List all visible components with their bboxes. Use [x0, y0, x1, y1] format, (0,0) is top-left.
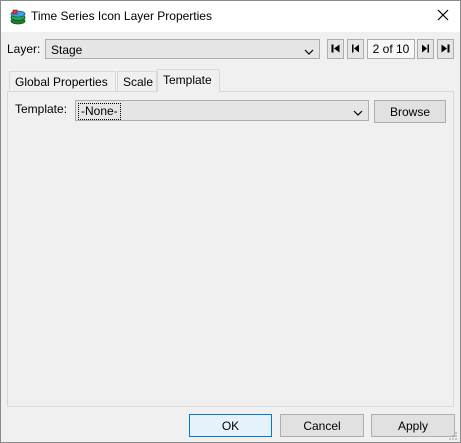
- template-select[interactable]: -None-: [75, 100, 369, 121]
- first-layer-button[interactable]: [327, 39, 344, 59]
- title-bar: Time Series Icon Layer Properties: [1, 1, 460, 32]
- next-icon: [421, 42, 430, 56]
- layer-stack-icon: [10, 9, 26, 25]
- last-icon: [441, 42, 450, 56]
- template-panel: Template: -None- Browse: [7, 91, 454, 407]
- next-layer-button[interactable]: [417, 39, 434, 59]
- close-icon: [437, 9, 449, 24]
- template-select-value: -None-: [78, 103, 121, 120]
- resize-grip-icon[interactable]: [448, 430, 458, 440]
- dialog-window: Time Series Icon Layer Properties Layer:…: [0, 0, 461, 443]
- browse-button[interactable]: Browse: [374, 100, 446, 123]
- layer-page-indicator: 2 of 10: [367, 39, 415, 59]
- tab-template[interactable]: Template: [157, 69, 220, 92]
- first-icon: [331, 42, 340, 56]
- layer-label: Layer:: [7, 42, 41, 56]
- apply-button[interactable]: Apply: [371, 414, 455, 437]
- window-title: Time Series Icon Layer Properties: [31, 9, 212, 23]
- close-button[interactable]: [426, 1, 460, 32]
- layer-row: Layer: Stage 2 of 10: [1, 34, 460, 62]
- template-label: Template:: [15, 102, 68, 116]
- tab-global-properties[interactable]: Global Properties: [9, 71, 116, 91]
- chevron-down-icon: [304, 45, 314, 59]
- previous-layer-button[interactable]: [347, 39, 364, 59]
- ok-button[interactable]: OK: [189, 414, 272, 437]
- tab-scale[interactable]: Scale: [117, 71, 157, 91]
- cancel-button[interactable]: Cancel: [280, 414, 364, 437]
- chevron-down-icon: [353, 106, 363, 120]
- previous-icon: [351, 42, 360, 56]
- layer-select[interactable]: Stage: [45, 39, 320, 59]
- last-layer-button[interactable]: [437, 39, 454, 59]
- layer-select-value: Stage: [51, 43, 83, 57]
